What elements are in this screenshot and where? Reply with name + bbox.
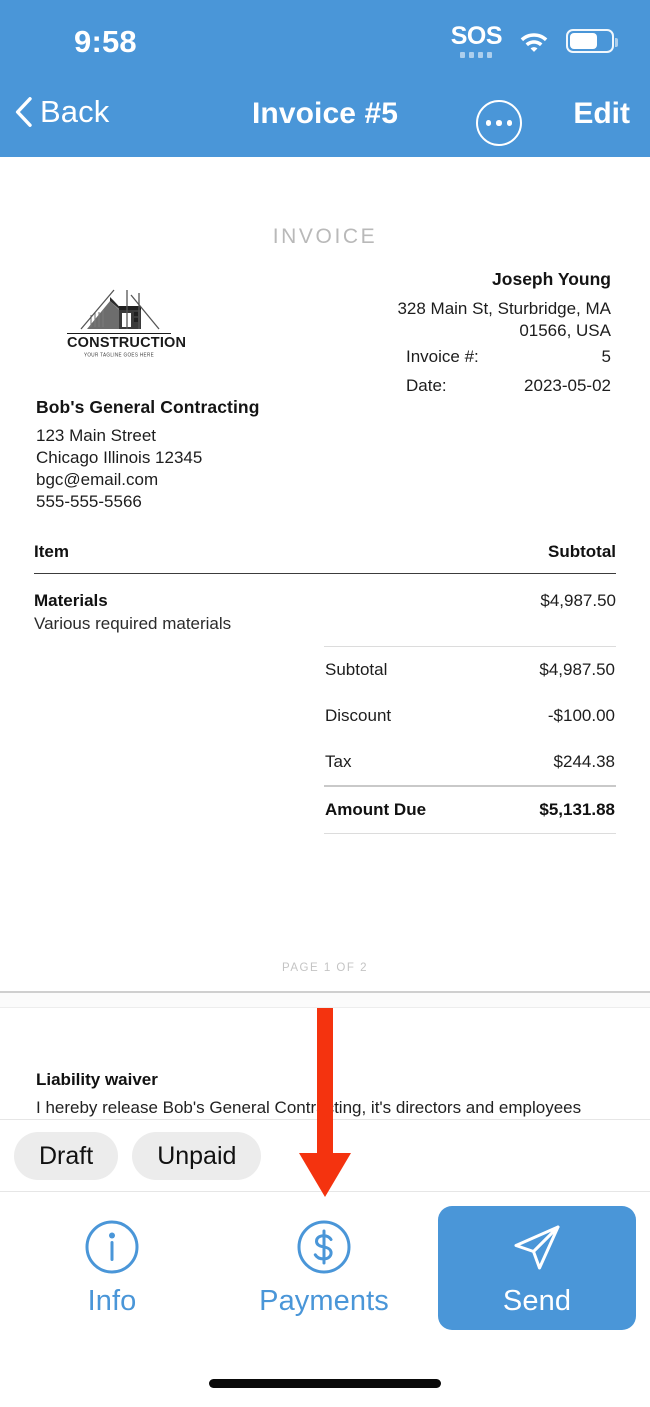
sos-label: SOS xyxy=(450,22,503,50)
sos-indicator: SOS xyxy=(450,22,503,58)
totals-label: Discount xyxy=(325,706,392,726)
company-name: Bob's General Contracting xyxy=(36,397,260,417)
navigation-bar: Back Invoice #5 Edit xyxy=(0,76,650,157)
company-address-city: Chicago Illinois 12345 xyxy=(36,448,203,467)
bottom-toolbar: Info Payments Send xyxy=(0,1192,650,1344)
company-address-street: 123 Main Street xyxy=(36,426,157,445)
logo-tagline: YOUR TAGLINE GOES HERE xyxy=(83,351,155,358)
signal-dots-icon xyxy=(460,52,493,58)
ellipsis-dot xyxy=(496,120,502,126)
payee-address-line-2: 01566, USA xyxy=(519,321,611,340)
more-options-button[interactable] xyxy=(476,100,522,146)
totals-row-discount: Discount -$100.00 xyxy=(324,693,616,739)
bill-from-block: Bob's General Contracting 123 Main Stree… xyxy=(36,397,366,512)
liability-waiver-body: I hereby release Bob's General Contracti… xyxy=(36,1098,582,1117)
table-row: Materials Various required materials $4,… xyxy=(34,574,616,634)
page-separator xyxy=(0,991,650,1008)
totals-value: -$100.00 xyxy=(547,706,615,726)
home-indicator[interactable] xyxy=(209,1379,441,1388)
totals-label: Subtotal xyxy=(325,660,388,680)
logo-wordmark: CONSTRUCTION xyxy=(67,333,187,351)
status-bar-time: 9:58 xyxy=(74,24,137,59)
page-title: Invoice #5 xyxy=(251,97,399,130)
status-badge-unpaid[interactable]: Unpaid xyxy=(132,1131,262,1180)
totals-row-subtotal: Subtotal $4,987.50 xyxy=(324,647,616,693)
invoice-date-label: Date: xyxy=(406,376,447,395)
totals-label: Amount Due xyxy=(325,799,427,819)
invoice-meta-row: Invoice #: 5 xyxy=(406,347,611,367)
line-item-description: Various required materials xyxy=(34,614,232,633)
line-item-amount: $4,987.50 xyxy=(540,591,616,610)
totals-divider-bottom xyxy=(324,832,616,835)
status-badge-draft[interactable]: Draft xyxy=(14,1131,119,1180)
company-logo: CONSTRUCTION YOUR TAGLINE GOES HERE xyxy=(67,285,187,358)
ellipsis-dot xyxy=(485,120,492,126)
status-chip-bar: Draft Unpaid xyxy=(0,1119,650,1192)
invoice-detail-screen: 9:58 SOS Back Invoice #5 Edit INVOICE CO… xyxy=(0,0,650,1407)
battery-icon xyxy=(566,29,618,53)
totals-block: Subtotal $4,987.50 Discount -$100.00 Tax… xyxy=(324,646,616,835)
totals-value: $244.38 xyxy=(553,752,615,772)
send-button[interactable]: Send xyxy=(438,1206,636,1330)
invoice-meta: Invoice #: 5 Date: 2023-05-02 xyxy=(406,347,611,405)
totals-row-tax: Tax $244.38 xyxy=(324,739,616,785)
column-header-subtotal: Subtotal xyxy=(548,542,616,561)
totals-value: $4,987.50 xyxy=(539,660,615,680)
payee-block: Joseph Young 328 Main St, Sturbridge, MA… xyxy=(351,269,611,342)
page-footer: PAGE 1 OF 2 xyxy=(282,962,368,974)
info-button-label: Info xyxy=(87,1284,137,1317)
line-items-table: Item Subtotal Materials Various required… xyxy=(34,542,616,634)
ellipsis-dot xyxy=(506,120,513,126)
payments-button[interactable]: Payments xyxy=(224,1206,424,1330)
invoice-meta-row: Date: 2023-05-02 xyxy=(406,376,611,396)
paper-plane-icon xyxy=(514,1225,560,1269)
invoice-kicker: INVOICE xyxy=(272,225,378,248)
totals-row-amount-due: Amount Due $5,131.88 xyxy=(324,787,616,833)
invoice-number-value: 5 xyxy=(601,347,611,366)
construction-house-logo-icon xyxy=(80,289,160,330)
invoice-document-page-2[interactable]: Liability waiver I hereby release Bob's … xyxy=(0,1008,650,1119)
send-button-label: Send xyxy=(502,1284,572,1317)
payments-button-label: Payments xyxy=(259,1284,389,1317)
totals-label: Tax xyxy=(325,752,352,772)
liability-waiver-title: Liability waiver xyxy=(36,1070,158,1089)
payee-address-line-1: 328 Main St, Sturbridge, MA xyxy=(397,299,611,318)
column-header-item: Item xyxy=(34,542,69,561)
company-email: bgc@email.com xyxy=(36,470,159,489)
company-phone: 555-555-5566 xyxy=(36,492,142,511)
payee-name: Joseph Young xyxy=(492,269,611,289)
info-circle-icon xyxy=(85,1220,139,1273)
invoice-number-label: Invoice #: xyxy=(406,347,479,366)
wifi-icon xyxy=(520,33,548,52)
invoice-document-page-1[interactable]: INVOICE CONSTRUCTION YOUR TAGLINE GOES H… xyxy=(0,157,650,991)
status-bar-indicators: SOS xyxy=(450,22,618,58)
info-button[interactable]: Info xyxy=(12,1206,212,1330)
line-item-name: Materials xyxy=(34,591,108,610)
status-bar: 9:58 SOS xyxy=(0,0,650,76)
invoice-date-value: 2023-05-02 xyxy=(524,376,611,395)
edit-button[interactable]: Edit xyxy=(573,97,630,131)
payee-address: 328 Main St, Sturbridge, MA 01566, USA xyxy=(351,298,611,342)
table-header-row: Item Subtotal xyxy=(34,542,616,574)
dollar-circle-icon xyxy=(297,1220,351,1273)
totals-value: $5,131.88 xyxy=(539,799,615,819)
